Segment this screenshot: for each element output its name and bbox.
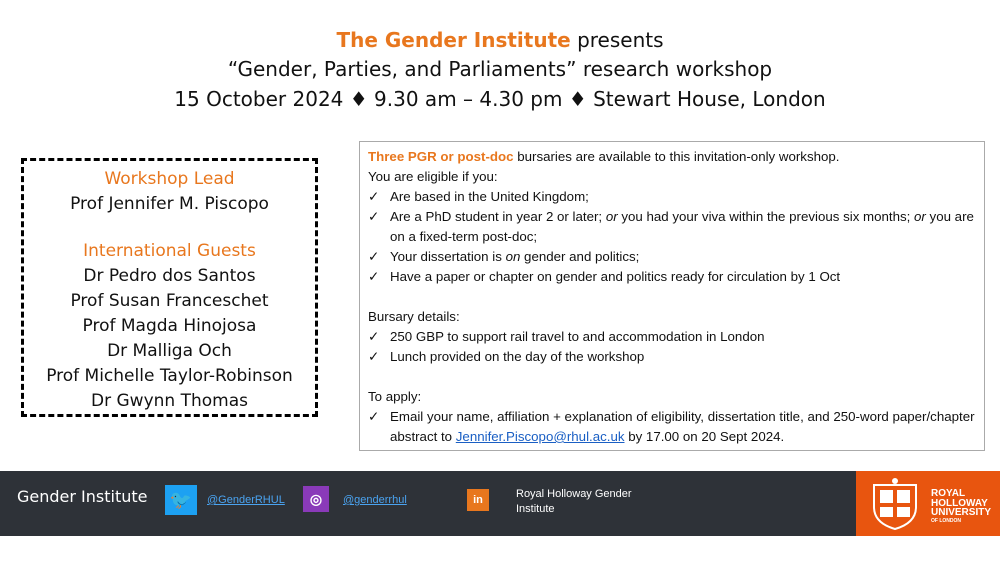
email-link[interactable]: Jennifer.Piscopo@rhul.ac.uk (456, 429, 625, 444)
intro-highlight: Three PGR or post-doc (368, 149, 514, 164)
checkmark-icon: ✓ (368, 269, 380, 284)
checkmark-icon: ✓ (368, 409, 380, 424)
checkmark-icon: ✓ (368, 209, 380, 224)
list-item: ✓ Have a paper or chapter on gender and … (368, 267, 976, 287)
checkmark-icon: ✓ (368, 189, 380, 204)
linkedin-name: Royal Holloway Gender Institute (516, 488, 632, 515)
org-name: The Gender Institute (336, 28, 571, 52)
workshop-details: 15 October 2024 ♦ 9.30 am – 4.30 pm ♦ St… (174, 87, 826, 111)
logo-wordmark: ROYAL HOLLOWAY UNIVERSITY OF LONDON (931, 488, 992, 524)
workshop-title: “Gender, Parties, and Parliaments” resea… (227, 57, 773, 81)
guest-name: Prof Magda Hinojosa (82, 316, 257, 336)
footer-bar: Gender Institute 🐦 @GenderRHUL ◎ @gender… (0, 471, 1000, 536)
guest-name: Dr Gwynn Thomas (91, 391, 248, 411)
lead-name: Prof Jennifer M. Piscopo (70, 194, 269, 214)
list-item: ✓ Are a PhD student in year 2 or later; … (368, 207, 976, 247)
footer-label: Gender Institute (17, 487, 148, 506)
apply-heading: To apply: (368, 389, 422, 404)
eligible-heading: You are eligible if you: (368, 169, 498, 184)
intro-text: Three PGR or post-doc bursaries are avai… (368, 149, 840, 164)
crest-icon (866, 477, 924, 531)
list-item: ✓ Lunch provided on the day of the works… (368, 347, 976, 367)
university-logo: ROYAL HOLLOWAY UNIVERSITY OF LONDON (856, 471, 1000, 536)
guest-name: Prof Susan Franceschet (70, 291, 269, 311)
list-item: ✓ Are based in the United Kingdom; (368, 187, 976, 207)
bursary-heading: Bursary details: (368, 309, 460, 324)
guest-name: Dr Malliga Och (107, 341, 232, 361)
twitter-link[interactable]: @GenderRHUL (207, 494, 285, 506)
linkedin-icon[interactable]: in (467, 489, 489, 511)
checkmark-icon: ✓ (368, 349, 380, 364)
list-item: ✓ Email your name, affiliation + explana… (368, 407, 976, 447)
lead-heading: Workshop Lead (104, 169, 235, 189)
guest-name: Prof Michelle Taylor-Robinson (46, 366, 293, 386)
speakers-box: Workshop Lead Prof Jennifer M. Piscopo I… (21, 158, 318, 417)
guest-name: Dr Pedro dos Santos (83, 266, 256, 286)
twitter-icon[interactable]: 🐦 (165, 485, 197, 515)
guests-heading: International Guests (83, 241, 256, 261)
presents-text: presents (570, 28, 664, 52)
instagram-icon[interactable]: ◎ (303, 486, 329, 512)
checkmark-icon: ✓ (368, 329, 380, 344)
list-item: ✓ 250 GBP to support rail travel to and … (368, 327, 976, 347)
page-header: The Gender Institute presents “Gender, P… (0, 26, 1000, 114)
checkmark-icon: ✓ (368, 249, 380, 264)
list-item: ✓ Your dissertation is on gender and pol… (368, 247, 976, 267)
header-line-1: The Gender Institute presents (0, 26, 1000, 54)
instagram-link[interactable]: @genderrhul (343, 494, 407, 506)
bursary-info-box: Three PGR or post-doc bursaries are avai… (359, 141, 985, 451)
